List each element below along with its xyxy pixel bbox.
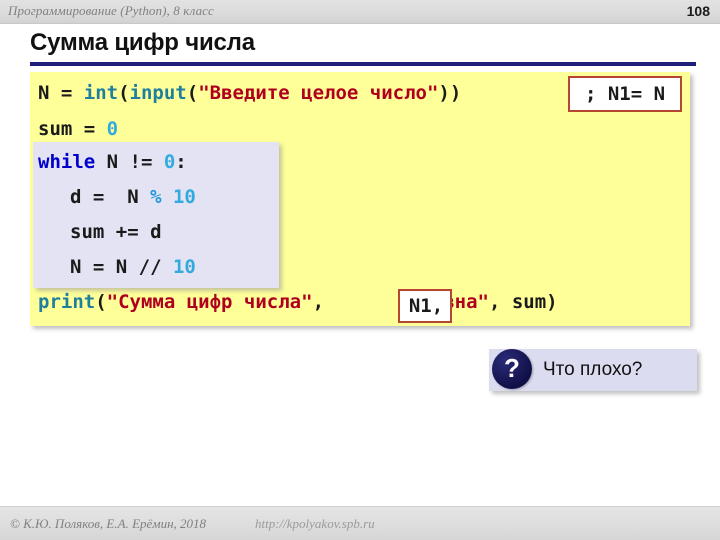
code-token-close-parens: )) [438, 82, 462, 104]
code-token-colon: : [175, 151, 187, 173]
page-title: Сумма цифр числа [30, 29, 255, 56]
code-token-print-paren: ( [95, 291, 107, 313]
code-token-paren-1: ( [118, 82, 130, 104]
question-mark-glyph: ? [504, 353, 520, 383]
highlight-box-n1-assignment: ; N1= N [568, 76, 682, 112]
code-token-prompt-string: "Введите целое число" [198, 82, 439, 104]
code-token-zero: 0 [106, 118, 119, 140]
code-token-print: print [38, 291, 96, 313]
title-divider [30, 62, 696, 66]
footer-bar: © К.Ю. Поляков, Е.А. Ерёмин, 2018 http:/… [0, 506, 720, 540]
code-line-2: sum = 0 [38, 118, 118, 140]
code-token-while: while [38, 151, 96, 173]
code-token-assign-n: N = [38, 82, 84, 104]
code-token-sum-inc: sum += d [70, 221, 162, 243]
question-callout[interactable]: ? Что плохо? [489, 349, 697, 391]
course-title: Программирование (Python), 8 класс [8, 3, 214, 18]
code-token-ten-a: 10 [161, 186, 196, 208]
footer-url[interactable]: http://kpolyakov.spb.ru [255, 516, 375, 532]
question-callout-label: Что плохо? [543, 359, 643, 380]
top-header-bar: Программирование (Python), 8 класс 108 [0, 0, 720, 24]
code-line-6: N = N // 10 [38, 256, 196, 278]
code-token-d-assign: d = N [70, 186, 151, 208]
highlight-box-n1-print-arg: N1, [398, 289, 452, 323]
page-number: 108 [686, 3, 710, 19]
code-token-while-cond: N != [95, 151, 164, 173]
code-token-sum-assign: sum = [38, 118, 107, 140]
code-token-while-num: 0 [163, 151, 176, 173]
question-mark-icon: ? [492, 349, 532, 389]
code-line-7: print("Сумма цифр числа", " равна", sum) [38, 291, 558, 313]
code-token-input: input [129, 82, 187, 104]
code-token-sum-tail: sum) [511, 291, 558, 313]
code-token-ten-b: 10 [172, 256, 196, 278]
code-token-paren-2: ( [186, 82, 199, 104]
code-token-output-string-1: "Сумма цифр числа" [106, 291, 313, 313]
code-token-int: int [83, 82, 119, 104]
code-token-comma-2: , [488, 291, 512, 313]
code-line-4: d = N % 10 [38, 186, 196, 208]
code-line-5: sum += d [38, 221, 162, 243]
code-token-n-floordiv: N = N // [70, 256, 173, 278]
code-token-comma-1: , [312, 291, 336, 313]
code-line-3: while N != 0: [38, 151, 187, 173]
code-token-modulo: % [150, 186, 162, 208]
code-block: N = int(input("Введите целое число")) su… [30, 72, 690, 326]
footer-copyright: © К.Ю. Поляков, Е.А. Ерёмин, 2018 [10, 516, 207, 531]
code-line-1: N = int(input("Введите целое число")) [38, 82, 461, 104]
